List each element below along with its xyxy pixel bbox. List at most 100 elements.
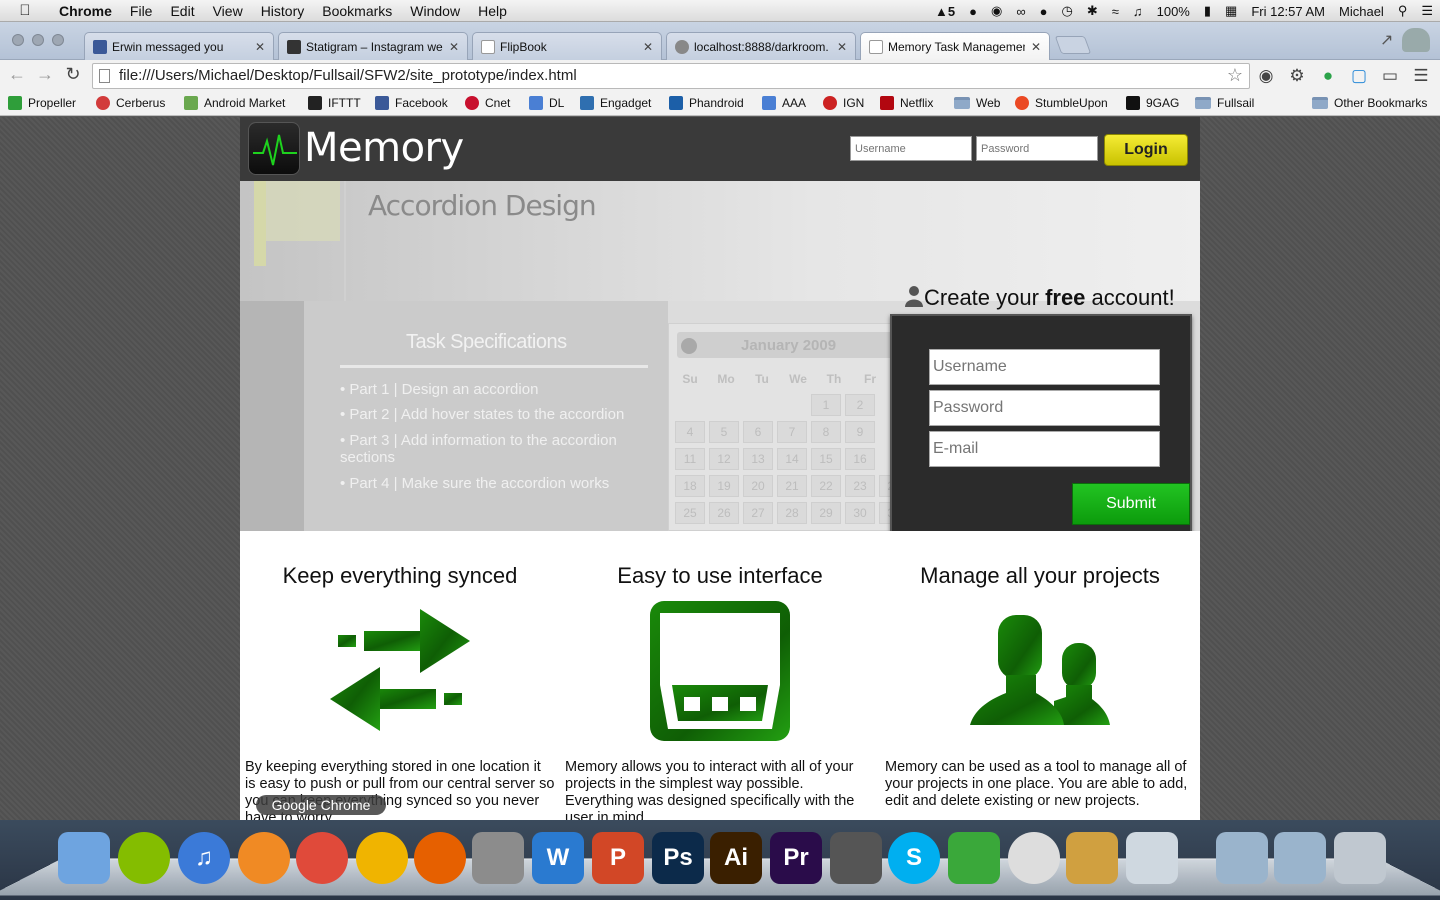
back-button[interactable]: ← <box>6 64 28 85</box>
headphones-icon[interactable]: ◉ <box>984 3 1009 19</box>
menu-file[interactable]: File <box>121 3 162 19</box>
header-password-input[interactable] <box>976 136 1098 161</box>
close-icon[interactable]: ✕ <box>255 40 265 54</box>
word-icon[interactable]: W <box>532 832 584 884</box>
firefox-icon[interactable] <box>414 832 466 884</box>
spotify-icon[interactable] <box>118 832 170 884</box>
database-icon[interactable] <box>1066 832 1118 884</box>
forward-button[interactable]: → <box>34 64 56 85</box>
photoshop-icon[interactable]: Ps <box>652 832 704 884</box>
chrome-canary-icon[interactable] <box>356 832 408 884</box>
signup-username-input[interactable] <box>929 349 1160 385</box>
tab-localhost[interactable]: localhost:8888/darkroom. ✕ <box>666 32 856 60</box>
user-name[interactable]: Michael <box>1332 4 1391 19</box>
bookmark-android-market[interactable]: Android Market <box>184 96 285 110</box>
menu-help[interactable]: Help <box>469 3 516 19</box>
finder-icon[interactable] <box>58 832 110 884</box>
infinity-icon[interactable]: ∞ <box>1009 4 1032 19</box>
spotlight-icon[interactable]: ⚲ <box>1391 3 1415 19</box>
pulse-logo-icon[interactable] <box>248 122 300 175</box>
trash-icon[interactable] <box>1334 832 1386 884</box>
site-logo-text[interactable]: Memory <box>304 125 464 171</box>
login-button[interactable]: Login <box>1104 134 1188 166</box>
bookmark-ign[interactable]: IGN <box>823 96 864 110</box>
powerpoint-icon[interactable]: P <box>592 832 644 884</box>
bookmark-cnet[interactable]: Cnet <box>465 96 510 110</box>
premiere-icon[interactable]: Pr <box>770 832 822 884</box>
notification-icon[interactable]: ● <box>962 4 984 19</box>
notification-center-icon[interactable]: ☰ <box>1414 3 1440 19</box>
bookmark-star-icon[interactable]: ☆ <box>1227 65 1243 86</box>
bookmark-stumbleupon[interactable]: StumbleUpon <box>1015 96 1108 110</box>
bookmark-ifttt[interactable]: IFTTT <box>308 96 361 110</box>
menu-view[interactable]: View <box>204 3 252 19</box>
cast-icon[interactable]: ▭ <box>1380 66 1400 86</box>
menu-icon[interactable]: ☰ <box>1411 66 1431 86</box>
window-close-button[interactable] <box>12 34 24 46</box>
menu-bookmarks[interactable]: Bookmarks <box>313 3 401 19</box>
leaf-icon[interactable] <box>948 832 1000 884</box>
apple-menu-icon[interactable]:  <box>0 2 50 19</box>
window-minimize-button[interactable] <box>32 34 44 46</box>
close-icon[interactable]: ✕ <box>837 40 847 54</box>
bookmark-folder-web[interactable]: Web <box>954 96 1000 110</box>
volume-icon[interactable]: ♫ <box>1126 4 1150 19</box>
chat-icon[interactable]: ▢ <box>1349 66 1369 86</box>
bookmark-propeller[interactable]: Propeller <box>8 96 76 110</box>
menu-window[interactable]: Window <box>401 3 469 19</box>
settings-gear-icon[interactable]: ⚙ <box>1287 66 1307 86</box>
tab-statigram[interactable]: Statigram – Instagram web ✕ <box>278 32 468 60</box>
sequel-pro-icon[interactable] <box>1008 832 1060 884</box>
bookmark-dl[interactable]: DL <box>529 96 564 110</box>
signup-email-input[interactable] <box>929 431 1160 467</box>
bookmark-folder-fullsail[interactable]: Fullsail <box>1195 96 1254 110</box>
window-zoom-button[interactable] <box>52 34 64 46</box>
header-username-input[interactable] <box>850 136 972 161</box>
bookmark-aaa[interactable]: AAA <box>762 96 806 110</box>
evernote-icon[interactable]: ● <box>1318 66 1338 86</box>
phandroid-icon <box>669 96 683 110</box>
applications-folder-icon[interactable] <box>1216 832 1268 884</box>
bookmark-facebook[interactable]: Facebook <box>375 96 448 110</box>
system-preferences-icon[interactable] <box>472 832 524 884</box>
maps-icon[interactable] <box>1126 832 1178 884</box>
tab-memory[interactable]: Memory Task Management ✕ <box>860 32 1050 61</box>
bookmark-folder-other[interactable]: Other Bookmarks <box>1312 96 1427 110</box>
bookmark-cerberus[interactable]: Cerberus <box>96 96 165 110</box>
extension-power-icon[interactable]: ◉ <box>1256 66 1276 86</box>
address-bar[interactable]: file:///Users/Michael/Desktop/Fullsail/S… <box>92 63 1250 89</box>
bookmark-netflix[interactable]: Netflix <box>880 96 933 110</box>
fullscreen-icon[interactable]: ↗ <box>1380 30 1393 50</box>
bookmark-9gag[interactable]: 9GAG <box>1126 96 1179 110</box>
tab-flipbook[interactable]: FlipBook ✕ <box>472 32 662 60</box>
dropbox-icon[interactable]: ● <box>1033 4 1055 19</box>
battery-label[interactable]: 100% <box>1150 4 1197 19</box>
battery-icon[interactable]: ▮ <box>1197 3 1218 19</box>
new-tab-button[interactable] <box>1054 36 1092 54</box>
reload-button[interactable]: ↻ <box>62 64 84 85</box>
submit-button[interactable]: Submit <box>1072 483 1190 525</box>
close-icon[interactable]: ✕ <box>643 40 653 54</box>
skype-icon[interactable]: S <box>888 832 940 884</box>
bookmark-engadget[interactable]: Engadget <box>580 96 651 110</box>
calendar-icon[interactable]: ▦ <box>1218 3 1244 19</box>
ibooks-icon[interactable] <box>238 832 290 884</box>
github-icon[interactable] <box>830 832 882 884</box>
time-machine-icon[interactable]: ◷ <box>1054 3 1079 19</box>
close-icon[interactable]: ✕ <box>1031 40 1041 54</box>
itunes-icon[interactable]: ♫ <box>178 832 230 884</box>
illustrator-icon[interactable]: Ai <box>710 832 762 884</box>
clock[interactable]: Fri 12:57 AM <box>1244 4 1332 19</box>
bookmark-phandroid[interactable]: Phandroid <box>669 96 744 110</box>
wifi-icon[interactable]: ≈ <box>1105 4 1126 19</box>
chrome-icon[interactable] <box>296 832 348 884</box>
downloads-folder-icon[interactable] <box>1274 832 1326 884</box>
menu-edit[interactable]: Edit <box>161 3 203 19</box>
adobe-status-icon[interactable]: ▲5 <box>928 4 962 19</box>
menu-history[interactable]: History <box>252 3 314 19</box>
menu-chrome[interactable]: Chrome <box>50 3 121 19</box>
bluetooth-icon[interactable]: ✱ <box>1080 3 1105 19</box>
tab-erwin[interactable]: Erwin messaged you ✕ <box>84 32 274 60</box>
signup-password-input[interactable] <box>929 390 1160 426</box>
close-icon[interactable]: ✕ <box>449 40 459 54</box>
